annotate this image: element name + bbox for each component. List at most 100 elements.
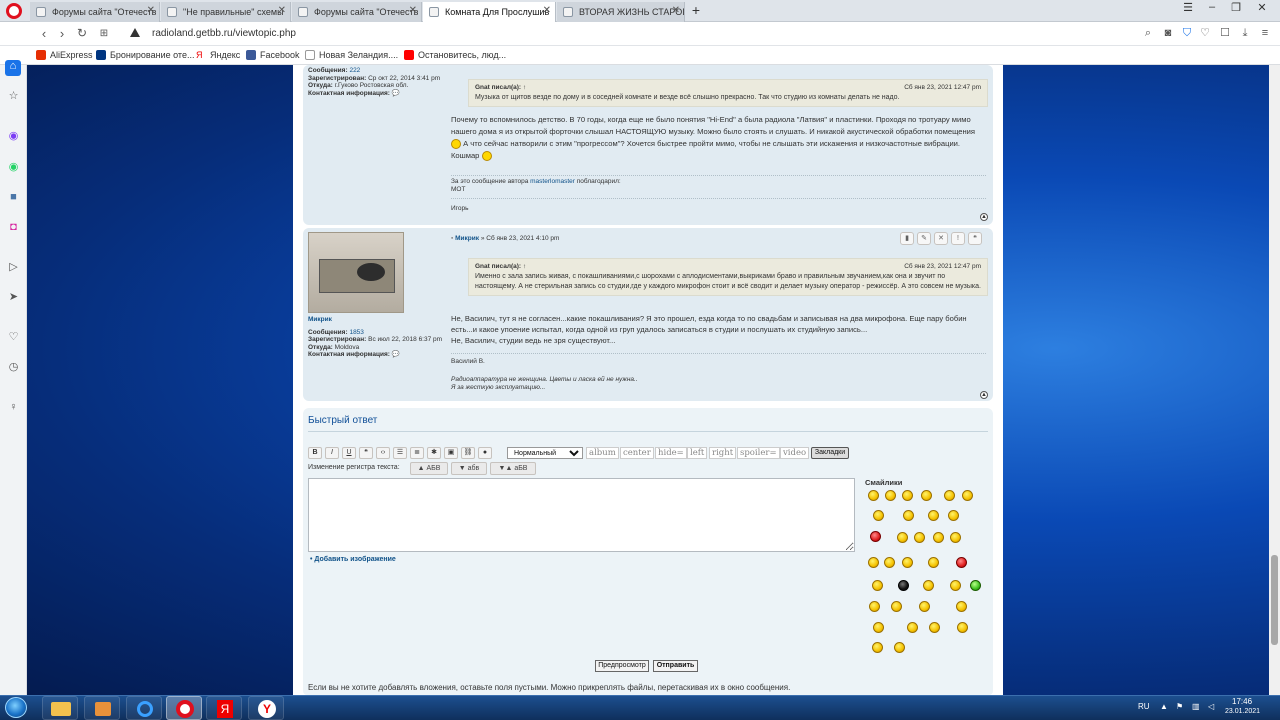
numbered-list-button[interactable]: ≣ [410, 447, 424, 459]
smiley-icon[interactable] [921, 490, 932, 501]
report-icon[interactable]: ! [951, 232, 965, 245]
language-indicator[interactable]: RU [1138, 702, 1150, 711]
post-author-link[interactable]: Микрик [455, 235, 479, 242]
opera-logo-icon[interactable] [6, 3, 22, 19]
download-icon[interactable]: ⤓ [1239, 27, 1251, 39]
camera-icon[interactable]: ◙ [1162, 27, 1174, 39]
delete-icon[interactable]: ✕ [934, 232, 948, 245]
message-textarea[interactable] [308, 478, 855, 552]
contact-icon[interactable]: 💬 [392, 351, 400, 358]
contact-icon[interactable]: 💬 [392, 90, 400, 97]
left-button[interactable]: left [687, 447, 708, 459]
instagram-icon[interactable]: ◘ [7, 221, 20, 234]
reload-icon[interactable]: ↻ [74, 26, 90, 40]
avatar[interactable] [308, 232, 404, 313]
link-button[interactable]: ⛓ [461, 447, 475, 459]
close-tab-icon[interactable]: ✕ [543, 5, 551, 16]
not-secure-icon[interactable] [130, 28, 140, 37]
close-tab-icon[interactable]: ✕ [278, 5, 286, 16]
edit-icon[interactable]: ✎ [917, 232, 931, 245]
smiley-icon[interactable] [891, 601, 902, 612]
smiley-icon[interactable] [869, 601, 880, 612]
invert-case-button[interactable]: ▼▲ аБВ [490, 462, 536, 475]
smiley-icon[interactable] [957, 622, 968, 633]
add-image-link[interactable]: • Добавить изображение [310, 556, 396, 563]
bookmark-yandex[interactable]: Я Яндекс [196, 50, 240, 60]
smiley-icon[interactable] [872, 642, 883, 653]
browser-tab[interactable]: Форумы сайта "Отечеств ✕ [292, 2, 422, 22]
right-button[interactable]: right [709, 447, 737, 459]
vk-icon[interactable]: ■ [7, 191, 20, 204]
back-icon[interactable]: ‹ [36, 26, 52, 41]
smiley-icon[interactable] [928, 510, 939, 521]
hide-button[interactable]: hide= [655, 447, 687, 459]
back-to-top-icon[interactable]: ▲ [980, 391, 988, 399]
quote-button[interactable]: ❝ [359, 447, 373, 459]
smiley-icon[interactable] [894, 642, 905, 653]
smiley-icon[interactable] [873, 622, 884, 633]
smiley-icon[interactable] [872, 580, 883, 591]
thanks-user-link[interactable]: masterlomaster [530, 178, 575, 185]
font-size-select[interactable]: Нормальный [507, 447, 583, 459]
bomb-icon[interactable] [898, 580, 909, 591]
smiley-icon[interactable] [914, 532, 925, 543]
smiley-icon[interactable] [956, 601, 967, 612]
smiley-icon[interactable] [868, 490, 879, 501]
explorer-icon[interactable] [42, 696, 78, 720]
green-smiley-icon[interactable] [970, 580, 981, 591]
lowercase-button[interactable]: ▼ абв [451, 462, 487, 475]
media-player-icon[interactable] [84, 696, 120, 720]
quote-icon[interactable]: ❝ [968, 232, 982, 245]
volume-icon[interactable]: ◁ [1208, 702, 1214, 711]
send-icon[interactable]: ➤ [7, 291, 20, 304]
smiley-icon[interactable] [923, 580, 934, 591]
internet-explorer-icon[interactable] [126, 696, 162, 720]
bookmark-facebook[interactable]: Facebook [246, 50, 300, 60]
spoiler-button[interactable]: spoiler= [737, 447, 780, 459]
smiley-icon[interactable] [902, 490, 913, 501]
smiley-icon[interactable] [897, 532, 908, 543]
lightbulb-icon[interactable]: ♀ [7, 401, 20, 414]
smiley-icon[interactable] [933, 532, 944, 543]
bookmarks-star-icon[interactable]: ☆ [7, 90, 20, 103]
post-count[interactable]: 222 [349, 67, 360, 74]
smiley-icon[interactable] [928, 557, 939, 568]
vpn-shield-icon[interactable]: ⛉ [1181, 27, 1193, 39]
tray-expand-icon[interactable]: ▲ [1160, 702, 1168, 711]
color-button[interactable]: ● [478, 447, 492, 459]
flag-icon[interactable]: ⚑ [1176, 702, 1183, 711]
smiley-icon[interactable] [950, 580, 961, 591]
submit-button[interactable]: Отправить [653, 660, 698, 672]
bookmark-icon[interactable]: ▮ [900, 232, 914, 245]
close-window-icon[interactable]: ✕ [1252, 1, 1272, 14]
start-button-icon[interactable] [5, 697, 27, 718]
smiley-icon[interactable] [903, 510, 914, 521]
clock-time[interactable]: 17:46 [1232, 697, 1252, 706]
yandex-taskbar-icon[interactable]: Я [206, 696, 242, 720]
bookmarks-button[interactable]: Закладки [811, 447, 849, 459]
bookmark-aliexpress[interactable]: AliExpress [36, 50, 93, 60]
tabs-grid-icon[interactable]: ⊞ [96, 28, 112, 39]
album-button[interactable]: album [586, 447, 619, 459]
maximize-icon[interactable]: ❐ [1226, 1, 1246, 14]
smiley-icon[interactable] [907, 622, 918, 633]
close-tab-icon[interactable]: ✕ [147, 5, 155, 16]
heart-icon[interactable]: ♡ [1199, 27, 1211, 39]
smiley-icon[interactable] [929, 622, 940, 633]
yandex-browser-icon[interactable]: Y [248, 696, 284, 720]
list-item-button[interactable]: ✱ [427, 447, 441, 459]
history-icon[interactable]: ◷ [7, 361, 20, 374]
smiley-icon[interactable] [944, 490, 955, 501]
back-to-top-icon[interactable]: ▲ [980, 213, 988, 221]
home-icon[interactable]: ⌂ [5, 60, 21, 76]
quote-author[interactable]: Gnat писал(а): ↑ [475, 263, 526, 270]
menu-icon[interactable]: ≡ [1259, 27, 1271, 39]
easy-setup-icon[interactable]: ☰ [1178, 1, 1198, 14]
image-button[interactable]: ▣ [444, 447, 458, 459]
browser-tab[interactable]: ВТОРАЯ ЖИЗНЬ СТАРОГО ✕ [557, 2, 685, 22]
opera-taskbar-icon[interactable] [166, 696, 202, 720]
browser-tab[interactable]: Форумы сайта "Отечеств ✕ [30, 2, 160, 22]
bold-button[interactable]: B [308, 447, 322, 459]
uppercase-button[interactable]: ▲ АБВ [410, 462, 448, 475]
post-count[interactable]: 1853 [349, 329, 363, 336]
